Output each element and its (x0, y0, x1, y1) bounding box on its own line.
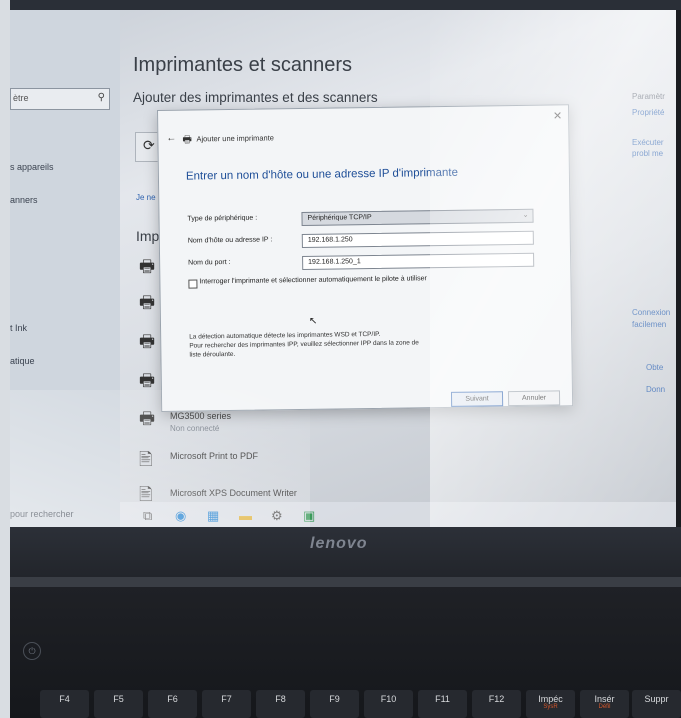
pdf-printer-icon: 🖹 (139, 450, 153, 469)
printer-icon: 🖶 (139, 409, 156, 428)
printer-not-listed-link[interactable]: Je ne (136, 193, 156, 202)
get-help-link[interactable]: Obte (646, 363, 663, 372)
mouse-cursor-icon: ↖ (308, 315, 318, 327)
printer-name-pdf[interactable]: Microsoft Print to PDF (170, 451, 258, 461)
feedback-link[interactable]: Donn (646, 385, 665, 394)
store-icon[interactable]: ▦ (207, 508, 219, 524)
key-label: F8 (275, 694, 286, 704)
port-label: Nom du port : (188, 258, 231, 267)
query-printer-checkbox[interactable] (188, 279, 198, 289)
file-explorer-icon[interactable]: ▬ (239, 508, 252, 523)
task-view-icon[interactable]: ⧉ (143, 508, 152, 524)
key-delete[interactable]: Suppr (632, 690, 681, 718)
key-f4[interactable]: F4 (40, 690, 89, 718)
key-sublabel: Défil (598, 704, 611, 710)
port-input[interactable]: 192.168.1.250_1 (302, 252, 535, 270)
add-printer-dialog: ✕ ← 🖶 Ajouter une imprimante Entrer un n… (157, 104, 574, 412)
key-insert[interactable]: Insér Défil (580, 690, 629, 718)
printer-icon: 🖶 (182, 134, 192, 146)
device-type-select[interactable]: Périphérique TCP/IP ⌄ (301, 208, 534, 226)
key-f6[interactable]: F6 (148, 690, 197, 718)
dialog-heading: Entrer un nom d'hôte ou une adresse IP d… (185, 166, 459, 183)
nav-item-auto[interactable]: atique (10, 356, 35, 366)
printer-icon: 🖶 (139, 371, 156, 390)
key-label: F5 (113, 694, 124, 704)
printer-status-mg3500: Non connecté (170, 424, 220, 433)
info-text-line1: La détection automatique détecte les imp… (189, 330, 381, 341)
key-label: F4 (59, 694, 70, 704)
search-text: ètre (13, 93, 29, 103)
key-label: F7 (221, 694, 232, 704)
printers-list-heading: Imp (136, 228, 160, 244)
key-label: F11 (435, 694, 450, 704)
power-icon[interactable]: ⏻ (23, 642, 41, 660)
page-title: Imprimantes et scanners (133, 54, 352, 76)
troubleshooter-link[interactable]: Exécuter (632, 138, 664, 147)
chevron-down-icon: ⌄ (522, 211, 529, 219)
app-icon[interactable]: ▣ (303, 508, 315, 524)
key-sublabel: SysR (543, 704, 558, 710)
close-icon[interactable]: ✕ (553, 109, 562, 122)
settings-nav-pane: ètre ⚲ s appareils anners t Ink atique p… (10, 10, 120, 527)
related-settings-heading: Paramètr (632, 92, 665, 101)
host-input[interactable]: 192.168.1.250 (301, 230, 534, 248)
info-text-line2: Pour rechercher des imprimantes IPP, veu… (189, 339, 419, 350)
cancel-button[interactable]: Annuler (507, 390, 561, 407)
key-f10[interactable]: F10 (364, 690, 413, 718)
host-label: Nom d'hôte ou adresse IP : (187, 236, 273, 245)
connect-link[interactable]: Connexion (632, 308, 670, 317)
printer-icon: 🖶 (139, 293, 156, 312)
taskbar-search-text[interactable]: pour rechercher (10, 509, 74, 519)
key-f7[interactable]: F7 (202, 690, 251, 718)
key-f5[interactable]: F5 (94, 690, 143, 718)
back-arrow-icon[interactable]: ← (166, 133, 176, 144)
settings-gear-icon[interactable]: ⚙ (271, 508, 283, 524)
printer-name-xps[interactable]: Microsoft XPS Document Writer (170, 488, 297, 498)
key-label: F10 (380, 694, 397, 704)
taskbar (120, 502, 676, 527)
key-f8[interactable]: F8 (256, 690, 305, 718)
key-f12[interactable]: F12 (472, 690, 521, 718)
brand-logo: lenovo (310, 535, 368, 552)
host-value: 192.168.1.250 (307, 236, 353, 244)
key-label: F9 (329, 694, 340, 704)
key-f11[interactable]: F11 (418, 690, 467, 718)
key-f9[interactable]: F9 (310, 690, 359, 718)
laptop-screen: ètre ⚲ s appareils anners t Ink atique p… (10, 10, 676, 527)
next-button[interactable]: Suivant (450, 391, 504, 407)
troubleshooter-link-2[interactable]: probl me (632, 149, 663, 158)
device-type-value: Périphérique TCP/IP (307, 214, 372, 222)
function-key-row: F4 F5 F6 F7 F8 F9 F10 F11 F12 Impéc SysR … (10, 690, 681, 718)
printer-name-mg3500[interactable]: MG3500 series (170, 411, 231, 421)
print-server-properties-link[interactable]: Propriété (632, 108, 664, 117)
key-label: Impéc (538, 694, 563, 704)
search-icon: ⚲ (97, 92, 105, 103)
printer-icon: 🖶 (139, 257, 156, 276)
key-label: F6 (167, 694, 178, 704)
settings-search-box[interactable]: ètre ⚲ (10, 88, 110, 110)
connect-link-2[interactable]: facilemen (632, 320, 666, 329)
query-printer-label[interactable]: Interroger l'imprimante et sélectionner … (199, 275, 426, 285)
section-add-printers-title: Ajouter des imprimantes et des scanners (133, 90, 378, 105)
edge-icon[interactable]: ◉ (175, 508, 186, 524)
nav-item-printers-scanners[interactable]: anners (10, 195, 38, 205)
dialog-window-title: Ajouter une imprimante (196, 133, 275, 144)
key-label: Insér (594, 694, 615, 704)
laptop-hinge (10, 577, 681, 587)
refresh-icon: ⟳ (143, 137, 155, 153)
key-print-screen[interactable]: Impéc SysR (526, 690, 575, 718)
info-text-line3: liste déroulante. (189, 350, 236, 359)
screen-bezel-top (0, 0, 681, 10)
nav-item-devices[interactable]: s appareils (10, 162, 54, 172)
port-value: 192.168.1.250_1 (308, 258, 361, 266)
printer-icon: 🖶 (139, 332, 156, 351)
key-label: Suppr (644, 694, 669, 704)
nav-item-ink[interactable]: t Ink (10, 323, 27, 333)
photo-edge (0, 0, 10, 718)
device-type-label: Type de périphérique : (187, 214, 258, 223)
key-label: F12 (488, 694, 505, 704)
